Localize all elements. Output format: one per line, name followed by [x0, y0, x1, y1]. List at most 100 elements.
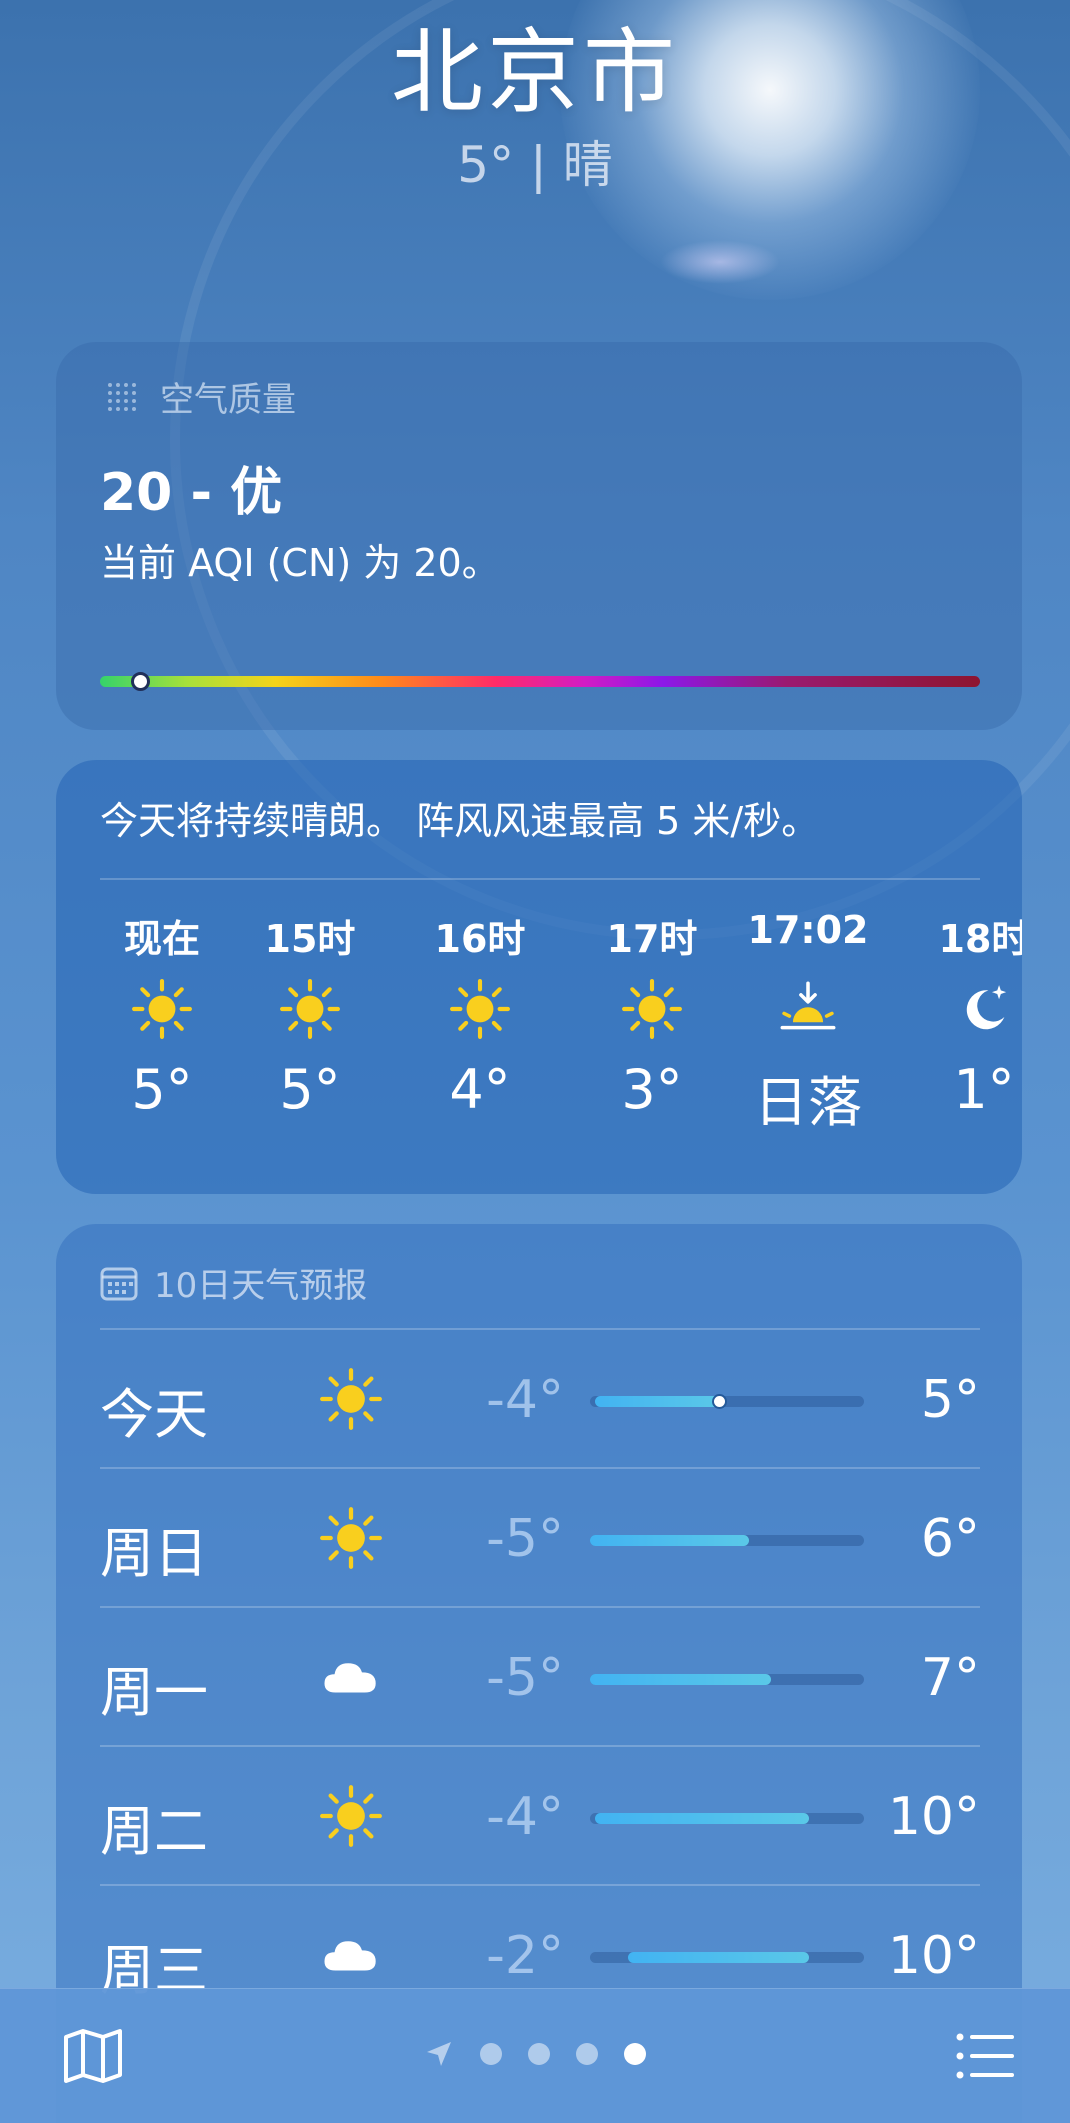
sun-icon — [132, 979, 192, 1039]
hourly-icon — [400, 964, 560, 1054]
aqi-description: 当前 AQI (CN) 为 20。 — [100, 541, 500, 585]
page-dot[interactable] — [576, 2043, 598, 2065]
bottom-toolbar — [0, 1988, 1070, 2123]
hourly-temp: 5° — [279, 1058, 341, 1121]
hourly-icon — [230, 964, 390, 1054]
hourly-icon — [572, 964, 732, 1054]
hourly-summary: 今天将持续晴朗。 阵风风速最高 5 米/秒。 — [100, 799, 820, 843]
temp-range-bar — [590, 1394, 864, 1409]
hourly-icon — [728, 964, 888, 1054]
hourly-icon — [82, 964, 242, 1054]
temp-range-fill — [590, 1535, 749, 1546]
forecast-day-name: 今天 — [100, 1383, 208, 1446]
aqi-value: 20 - 优 — [100, 463, 283, 523]
sun-icon — [450, 979, 510, 1039]
map-button[interactable] — [60, 2023, 126, 2089]
aqi-indicator — [130, 672, 150, 691]
hourly-forecast-card[interactable]: 今天将持续晴朗。 阵风风速最高 5 米/秒。 现在 5° 15时 5° 16时 … — [56, 760, 1022, 1194]
hourly-time: 现在 — [123, 917, 200, 961]
forecast-day-row[interactable]: 周一 -5° 7° — [100, 1608, 980, 1746]
cloud-icon — [324, 1941, 376, 1971]
forecast-day-icon — [316, 1364, 386, 1434]
forecast-high-temp: 6° — [920, 1509, 980, 1569]
temp-range-bar — [590, 1674, 864, 1685]
temp-range-fill — [628, 1952, 810, 1963]
cloud-icon — [324, 1663, 376, 1693]
hourly-time: 17:02 — [747, 908, 869, 952]
aqi-scale-bar — [100, 672, 980, 691]
hourly-temp: 5° — [131, 1058, 193, 1121]
page-dots — [480, 2043, 646, 2065]
forecast-title: 10日天气预报 — [154, 1266, 368, 1306]
forecast-day-icon — [316, 1503, 386, 1573]
forecast-high-temp: 10° — [887, 1787, 980, 1847]
air-quality-header: 空气质量 — [102, 372, 296, 421]
lens-flare — [660, 240, 780, 284]
forecast-header: 10日天气预报 — [100, 1258, 367, 1307]
forecast-day-row[interactable]: 周日 -5° 6° — [100, 1469, 980, 1607]
page-indicator[interactable] — [424, 2039, 646, 2069]
sun-icon — [320, 1368, 382, 1430]
forecast-low-temp: -4° — [486, 1370, 564, 1430]
forecast-low-temp: -4° — [486, 1787, 564, 1847]
hourly-temp: 4° — [449, 1058, 511, 1121]
location-arrow-icon — [427, 2042, 451, 2066]
hourly-divider — [100, 878, 980, 880]
list-icon — [956, 2033, 1014, 2079]
sun-icon — [320, 1785, 382, 1847]
sun-icon — [622, 979, 682, 1039]
forecast-day-row[interactable]: 周二 -4° 10° — [100, 1747, 980, 1885]
hourly-item: 15时 5° — [230, 908, 390, 1121]
forecast-day-row[interactable]: 今天 -4° 5° — [100, 1330, 980, 1468]
location-header: 北京市 5° | 晴 — [0, 18, 1070, 200]
air-quality-icon — [108, 382, 136, 411]
hourly-time: 16时 — [434, 917, 526, 961]
sun-icon — [320, 1507, 382, 1569]
hourly-item: 18时 1° — [904, 908, 1022, 1121]
forecast-day-name: 周日 — [100, 1522, 208, 1585]
location-list-button[interactable] — [952, 2023, 1018, 2089]
temp-range-bar — [590, 1952, 864, 1963]
hourly-temp: 3° — [621, 1058, 683, 1121]
city-name: 北京市 — [390, 19, 679, 126]
temp-range-fill — [590, 1674, 771, 1685]
page-dot[interactable] — [528, 2043, 550, 2065]
page-dot[interactable] — [624, 2043, 646, 2065]
sun-icon — [280, 979, 340, 1039]
page-dot[interactable] — [480, 2043, 502, 2065]
current-temp-marker — [711, 1394, 727, 1409]
forecast-day-icon — [316, 1642, 386, 1712]
forecast-day-icon — [316, 1781, 386, 1851]
air-quality-title: 空气质量 — [160, 380, 296, 420]
temp-range-fill — [595, 1813, 810, 1824]
hourly-item: 17时 3° — [572, 908, 732, 1121]
forecast-high-temp: 7° — [920, 1648, 980, 1708]
forecast-low-temp: -5° — [486, 1648, 564, 1708]
temp-range-bar — [590, 1535, 864, 1546]
moon-stars-icon — [966, 985, 1007, 1030]
forecast-low-temp: -2° — [486, 1926, 564, 1986]
hourly-item: 现在 5° — [82, 908, 242, 1121]
forecast-day-name: 周一 — [100, 1661, 208, 1724]
hourly-time: 17时 — [606, 917, 698, 961]
forecast-high-temp: 10° — [887, 1926, 980, 1986]
map-icon — [64, 2029, 122, 2083]
hourly-icon — [904, 964, 1022, 1054]
current-condition: 5° | 晴 — [457, 136, 613, 194]
air-quality-card[interactable]: 空气质量 20 - 优 当前 AQI (CN) 为 20。 — [56, 342, 1022, 730]
sunset-icon — [780, 981, 836, 1030]
hourly-time: 15时 — [264, 917, 356, 961]
calendar-icon — [100, 1267, 138, 1300]
hourly-item: 17:02 日落 — [728, 908, 888, 1137]
forecast-high-temp: 5° — [920, 1370, 980, 1430]
hourly-temp: 日落 — [754, 1071, 862, 1134]
forecast-day-name: 周二 — [100, 1800, 208, 1863]
weather-app: 北京市 5° | 晴 空气质量 20 - 优 当前 AQI (CN) 为 20。… — [0, 0, 1070, 2123]
forecast-low-temp: -5° — [486, 1509, 564, 1569]
temp-range-fill — [595, 1396, 719, 1407]
forecast-day-icon — [316, 1920, 386, 1990]
temp-range-bar — [590, 1813, 864, 1824]
hourly-temp: 1° — [953, 1058, 1015, 1121]
hourly-time: 18时 — [938, 917, 1022, 961]
hourly-item: 16时 4° — [400, 908, 560, 1121]
